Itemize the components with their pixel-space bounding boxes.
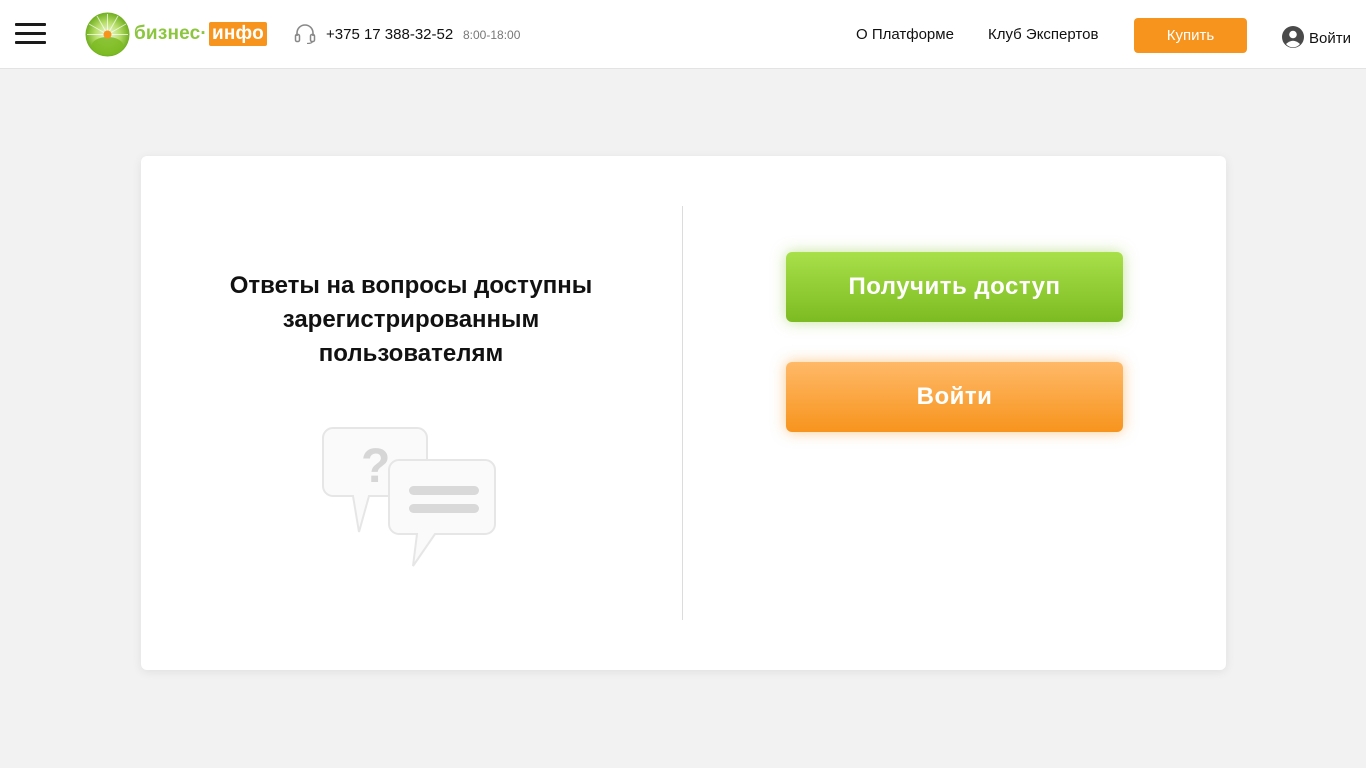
access-message-line-1: Ответы на вопросы доступны [229, 272, 593, 299]
header-login-button[interactable]: Войти [1282, 26, 1351, 48]
access-message-line-2: зарегистрированным [282, 306, 540, 333]
buy-button[interactable]: Купить [1134, 18, 1247, 53]
access-card: Ответы на вопросы доступны зарегистриров… [141, 156, 1226, 670]
question-chat-icon: ? [322, 427, 496, 567]
header: бизнес · инфо +375 17 388-32-52 8:00-18:00… [0, 0, 1366, 69]
headset-icon [294, 24, 316, 44]
logo-word-1: бизнес [134, 23, 201, 44]
access-message: Ответы на вопросы доступны зарегистриров… [181, 269, 641, 371]
login-button[interactable]: Войти [786, 362, 1123, 432]
logo[interactable]: бизнес · инфо [85, 12, 267, 57]
logo-text: бизнес · инфо [134, 21, 267, 47]
logo-word-2: инфо [208, 22, 267, 46]
logo-separator: · [200, 23, 207, 44]
access-message-line-3: пользователям [318, 340, 504, 367]
nav-about-platform[interactable]: О Платформе [856, 26, 954, 43]
logo-sun-icon [85, 12, 130, 57]
svg-text:?: ? [361, 440, 390, 493]
get-access-button[interactable]: Получить доступ [786, 252, 1123, 322]
user-circle-icon [1282, 26, 1304, 48]
header-login-label: Войти [1309, 29, 1351, 47]
menu-icon[interactable] [15, 23, 46, 45]
divider [682, 206, 683, 620]
working-hours: 8:00-18:00 [463, 28, 521, 42]
phone-number[interactable]: +375 17 388-32-52 [326, 26, 453, 43]
nav-experts-club[interactable]: Клуб Экспертов [988, 26, 1098, 43]
